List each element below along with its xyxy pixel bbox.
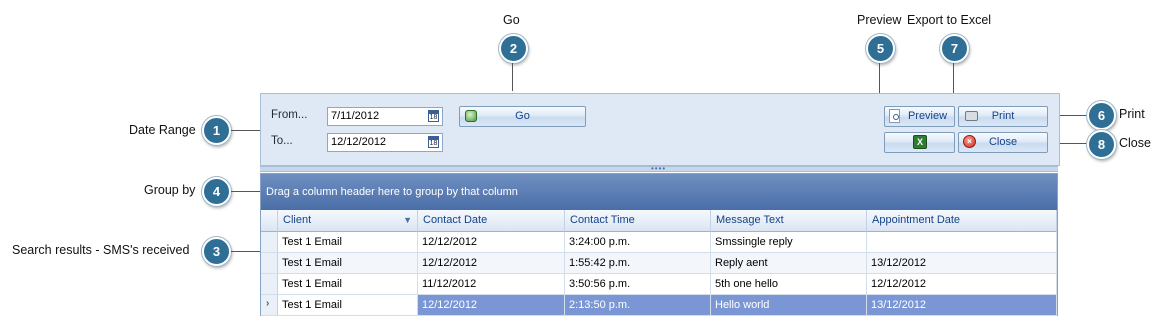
calendar-icon-glyph: 18 xyxy=(429,140,438,147)
table-cell[interactable]: Test 1 Email xyxy=(278,253,418,274)
splitter-grip-icon[interactable]: •••• xyxy=(651,165,666,173)
go-callout-label: Go xyxy=(503,13,520,27)
table-cell[interactable]: 12/12/2012 xyxy=(418,295,565,316)
preview-callout-badge: 5 xyxy=(866,34,895,63)
filter-panel: From... 7/11/2012 18 To... 12/12/2012 18… xyxy=(260,93,1060,166)
print-button-label: Print xyxy=(991,110,1015,122)
filter-dropdown-icon[interactable]: ▼ xyxy=(403,210,412,231)
table-cell[interactable]: 12/12/2012 xyxy=(867,274,1057,295)
print-button[interactable]: Print xyxy=(958,106,1048,127)
print-callout-badge: 6 xyxy=(1087,101,1116,130)
table-cell[interactable]: 5th one hello xyxy=(711,274,867,295)
preview-button[interactable]: Preview xyxy=(884,106,955,127)
go-button-label: Go xyxy=(515,110,530,122)
results-grid: Drag a column header here to group by th… xyxy=(260,173,1058,316)
export-callout-label: Export to Excel xyxy=(907,13,992,27)
table-cell[interactable]: 3:50:56 p.m. xyxy=(565,274,711,295)
column-header-contact-time[interactable]: Contact Time xyxy=(565,210,711,232)
to-date-value: 12/12/2012 xyxy=(331,136,387,148)
date-range-callout-badge: 1 xyxy=(202,116,231,145)
table-cell[interactable]: Hello world xyxy=(711,295,867,316)
to-date-input[interactable]: 12/12/2012 18 xyxy=(327,133,443,152)
row-indicator-header xyxy=(261,210,278,232)
panel-splitter[interactable]: •••• xyxy=(260,165,1058,173)
column-header-appointment-date[interactable]: Appointment Date xyxy=(867,210,1057,232)
from-date-input[interactable]: 7/11/2012 18 xyxy=(327,107,443,126)
table-cell[interactable]: 13/12/2012 xyxy=(867,295,1057,316)
search-results-callout-label: Search results - SMS's received xyxy=(12,243,190,257)
close-callout-badge: 8 xyxy=(1087,130,1116,159)
table-cell[interactable] xyxy=(867,232,1057,253)
calendar-icon[interactable]: 18 xyxy=(428,136,439,148)
current-row-arrow-icon: › xyxy=(266,298,270,309)
close-button[interactable]: × Close xyxy=(958,132,1048,153)
row-indicator[interactable] xyxy=(261,232,278,253)
from-label: From... xyxy=(271,109,308,121)
print-callout-label: Print xyxy=(1119,107,1145,121)
close-callout-label: Close xyxy=(1119,136,1151,150)
calendar-icon-glyph: 18 xyxy=(429,114,438,121)
table-cell[interactable]: 12/12/2012 xyxy=(418,232,565,253)
table-cell[interactable]: Test 1 Email xyxy=(278,274,418,295)
close-button-label: Close xyxy=(988,136,1018,148)
column-header-label: Client xyxy=(283,214,312,226)
table-cell[interactable]: 11/12/2012 xyxy=(418,274,565,295)
excel-icon: X xyxy=(913,135,927,149)
table-cell[interactable]: Reply aent xyxy=(711,253,867,274)
row-indicator[interactable] xyxy=(261,253,278,274)
row-indicator[interactable]: › xyxy=(261,295,278,316)
table-cell[interactable]: Smssingle reply xyxy=(711,232,867,253)
date-range-callout-line xyxy=(231,130,260,131)
row-indicator[interactable] xyxy=(261,274,278,295)
group-by-callout-line xyxy=(231,191,260,192)
go-button[interactable]: Go xyxy=(459,106,586,127)
column-header-client[interactable]: Client ▼ xyxy=(278,210,418,232)
table-cell[interactable]: 13/12/2012 xyxy=(867,253,1057,274)
table-cell[interactable]: Test 1 Email xyxy=(278,232,418,253)
table-cell[interactable]: 12/12/2012 xyxy=(418,253,565,274)
column-header-message-text[interactable]: Message Text xyxy=(711,210,867,232)
table-cell[interactable]: 3:24:00 p.m. xyxy=(565,232,711,253)
go-callout-line xyxy=(512,63,513,91)
export-callout-badge: 7 xyxy=(940,34,969,63)
go-callout-badge: 2 xyxy=(499,34,528,63)
search-results-callout-badge: 3 xyxy=(202,237,231,266)
group-by-panel[interactable]: Drag a column header here to group by th… xyxy=(261,174,1057,210)
date-range-callout-label: Date Range xyxy=(129,123,196,137)
table-cell[interactable]: Test 1 Email xyxy=(278,295,418,316)
preview-button-label: Preview xyxy=(907,110,948,122)
calendar-icon[interactable]: 18 xyxy=(428,110,439,122)
table-cell[interactable]: 2:13:50 p.m. xyxy=(565,295,711,316)
table-cell[interactable]: 1:55:42 p.m. xyxy=(565,253,711,274)
to-label: To... xyxy=(271,135,293,147)
preview-callout-label: Preview xyxy=(857,13,902,27)
from-date-value: 7/11/2012 xyxy=(331,110,380,122)
search-results-callout-line xyxy=(231,251,260,252)
group-by-callout-label: Group by xyxy=(144,183,196,197)
column-header-contact-date[interactable]: Contact Date xyxy=(418,210,565,232)
group-by-callout-badge: 4 xyxy=(202,177,231,206)
export-excel-button[interactable]: X xyxy=(884,132,955,153)
